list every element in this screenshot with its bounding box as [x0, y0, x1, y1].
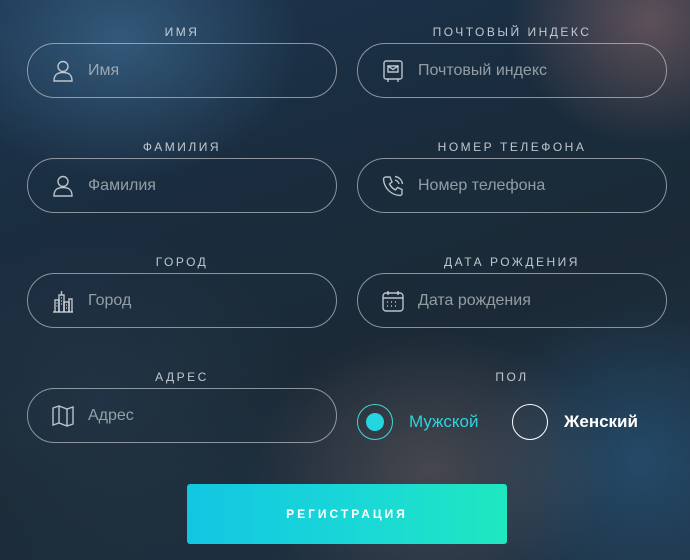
- calendar-icon: [378, 286, 408, 316]
- first-name-label: ИМЯ: [164, 25, 200, 39]
- birth-date-input-wrapper[interactable]: [357, 273, 667, 328]
- gender-option-female[interactable]: Женский: [512, 404, 638, 440]
- gender-option-male[interactable]: Мужской: [357, 404, 479, 440]
- postal-code-input[interactable]: [418, 61, 638, 80]
- city-icon: [48, 286, 78, 316]
- gender-option-female-label: Женский: [564, 412, 638, 431]
- user-icon: [48, 56, 78, 86]
- mailbox-icon: [378, 56, 408, 86]
- birth-date-input[interactable]: [418, 291, 638, 310]
- map-icon: [48, 401, 78, 431]
- address-input-wrapper[interactable]: [27, 388, 337, 443]
- gender-label: ПОЛ: [495, 370, 529, 384]
- radio-dot: [366, 413, 384, 431]
- register-button[interactable]: РЕГИСТРАЦИЯ: [187, 484, 507, 544]
- radio-circle[interactable]: [357, 404, 393, 440]
- postal-code-label: ПОЧТОВЫЙ ИНДЕКС: [432, 25, 592, 39]
- gender-option-male-label: Мужской: [409, 412, 479, 431]
- postal-code-input-wrapper[interactable]: [357, 43, 667, 98]
- address-label: АДРЕС: [155, 370, 209, 384]
- last-name-input-wrapper[interactable]: [27, 158, 337, 213]
- last-name-input[interactable]: [88, 176, 308, 195]
- birth-date-label: ДАТА РОЖДЕНИЯ: [444, 255, 580, 269]
- city-input[interactable]: [88, 291, 308, 310]
- last-name-label: ФАМИЛИЯ: [142, 140, 222, 154]
- user-icon: [48, 171, 78, 201]
- address-input[interactable]: [88, 406, 308, 425]
- phone-input-wrapper[interactable]: [357, 158, 667, 213]
- first-name-input-wrapper[interactable]: [27, 43, 337, 98]
- city-input-wrapper[interactable]: [27, 273, 337, 328]
- city-label: ГОРОД: [155, 255, 209, 269]
- first-name-input[interactable]: [88, 61, 308, 80]
- phone-input[interactable]: [418, 176, 638, 195]
- phone-icon: [378, 171, 408, 201]
- phone-label: НОМЕР ТЕЛЕФОНА: [437, 140, 587, 154]
- radio-circle[interactable]: [512, 404, 548, 440]
